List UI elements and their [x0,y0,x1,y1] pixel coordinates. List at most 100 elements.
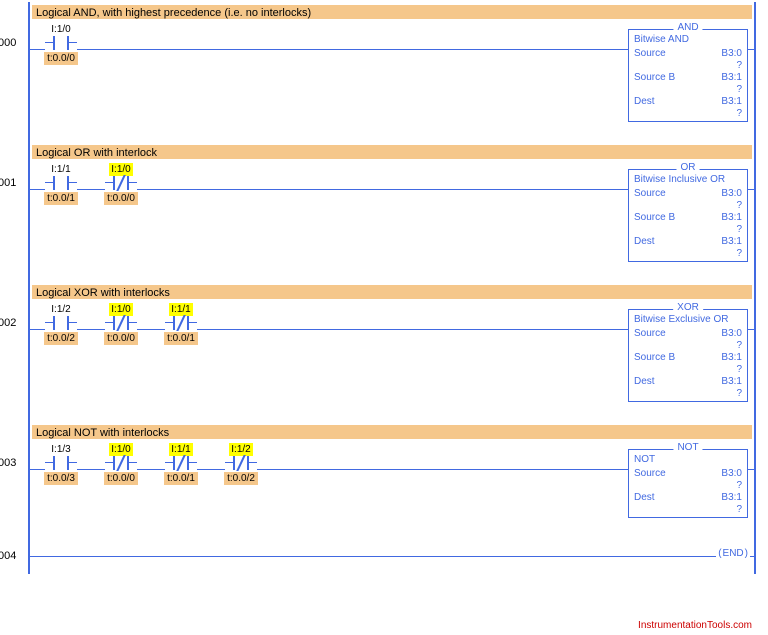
contact-address-bot: t:0.0/0 [104,192,138,205]
contact-xio[interactable]: I:1/0 t:0.0/0 [96,443,146,485]
param-label: Source [634,187,666,200]
rung-002: 002 Logical XOR with interlocks I:1/2 t:… [30,282,754,422]
contact-symbol-nc [165,456,197,470]
rung-comment: Logical XOR with interlocks [32,285,752,299]
param-label: Source [634,467,666,480]
param-value: B3:1 [721,375,742,388]
rung-comment: Logical AND, with highest precedence (i.… [32,5,752,19]
contact-symbol-nc [105,316,137,330]
param-sub: ? [634,224,742,235]
contacts-row: I:1/3 t:0.0/3 I:1/0 t:0.0/0 I:1/1 t:0.0/… [36,443,266,485]
contact-xio[interactable]: I:1/0 t:0.0/0 [96,163,146,205]
contact-symbol-no [45,316,77,330]
contact-address-bot: t:0.0/1 [44,192,78,205]
param-sub: ? [634,504,742,515]
contact-address-bot: t:0.0/0 [104,472,138,485]
param-label: Dest [634,491,655,504]
contact-address-top: I:1/3 [49,443,72,456]
param-value: B3:1 [721,235,742,248]
contact-xic[interactable]: I:1/3 t:0.0/3 [36,443,86,485]
instruction-block-not[interactable]: NOT NOT SourceB3:0 ? DestB3:1 ? [628,449,748,518]
rung-end: 004 END [30,542,754,574]
rung-wire [30,556,754,557]
instruction-block-and[interactable]: AND Bitwise AND SourceB3:0 ? Source BB3:… [628,29,748,122]
param-sub: ? [634,248,742,259]
contact-symbol-nc [105,456,137,470]
contact-address-bot: t:0.0/2 [224,472,258,485]
contact-xio[interactable]: I:1/2 t:0.0/2 [216,443,266,485]
param-value: B3:1 [721,491,742,504]
contact-address-top: I:1/1 [49,163,72,176]
block-mnemonic: OR [677,162,700,173]
param-label: Source B [634,71,675,84]
block-name: Bitwise AND [634,34,742,45]
contact-xic[interactable]: I:1/0 t:0.0/0 [36,23,86,65]
contact-address-bot: t:0.0/3 [44,472,78,485]
contact-address-bot: t:0.0/0 [104,332,138,345]
param-value: B3:0 [721,47,742,60]
contact-xio[interactable]: I:1/0 t:0.0/0 [96,303,146,345]
contact-xic[interactable]: I:1/2 t:0.0/2 [36,303,86,345]
rung-003: 003 Logical NOT with interlocks I:1/3 t:… [30,422,754,542]
param-value: B3:0 [721,467,742,480]
rung-number: 000 [0,37,16,49]
rung-number: 003 [0,457,16,469]
instruction-block-or[interactable]: OR Bitwise Inclusive OR SourceB3:0 ? Sou… [628,169,748,262]
block-name: Bitwise Inclusive OR [634,174,742,185]
block-name: Bitwise Exclusive OR [634,314,742,325]
param-label: Source [634,327,666,340]
param-value: B3:1 [721,71,742,84]
rung-number: 001 [0,177,16,189]
rung-comment: Logical NOT with interlocks [32,425,752,439]
contact-symbol-nc [225,456,257,470]
param-value: B3:0 [721,187,742,200]
instruction-block-xor[interactable]: XOR Bitwise Exclusive OR SourceB3:0 ? So… [628,309,748,402]
rung-comment: Logical OR with interlock [32,145,752,159]
contacts-row: I:1/1 t:0.0/1 I:1/0 t:0.0/0 [36,163,146,205]
param-value: B3:1 [721,351,742,364]
param-sub: ? [634,108,742,119]
param-value: B3:1 [721,95,742,108]
contact-address-bot: t:0.0/1 [164,472,198,485]
contact-symbol-nc [105,176,137,190]
param-value: B3:1 [721,211,742,224]
end-instruction: END [716,548,750,559]
contact-xic[interactable]: I:1/1 t:0.0/1 [36,163,86,205]
param-sub: ? [634,388,742,399]
rung-000: 000 Logical AND, with highest precedence… [30,2,754,142]
contact-symbol-no [45,36,77,50]
ladder-editor: 000 Logical AND, with highest precedence… [28,2,756,574]
rung-number: 002 [0,317,16,329]
contact-symbol-nc [165,316,197,330]
param-sub: ? [634,480,742,491]
contact-symbol-no [45,176,77,190]
param-sub: ? [634,84,742,95]
watermark: InstrumentationTools.com [638,620,752,631]
param-sub: ? [634,340,742,351]
block-mnemonic: AND [673,22,702,33]
contact-address-bot: t:0.0/1 [164,332,198,345]
rung-number: 004 [0,550,16,562]
param-value: B3:0 [721,327,742,340]
rung-001: 001 Logical OR with interlock I:1/1 t:0.… [30,142,754,282]
param-label: Dest [634,95,655,108]
param-label: Source B [634,211,675,224]
param-label: Source [634,47,666,60]
param-sub: ? [634,60,742,71]
param-label: Dest [634,375,655,388]
contact-address-top: I:1/2 [49,303,72,316]
block-mnemonic: XOR [673,302,703,313]
contact-symbol-no [45,456,77,470]
block-mnemonic: NOT [673,442,702,453]
param-label: Source B [634,351,675,364]
param-sub: ? [634,364,742,375]
contact-address-top: I:1/0 [49,23,72,36]
contact-xio[interactable]: I:1/1 t:0.0/1 [156,303,206,345]
contacts-row: I:1/2 t:0.0/2 I:1/0 t:0.0/0 I:1/1 t:0.0/… [36,303,206,345]
block-name: NOT [634,454,742,465]
contacts-row: I:1/0 t:0.0/0 [36,23,86,65]
contact-xio[interactable]: I:1/1 t:0.0/1 [156,443,206,485]
contact-address-bot: t:0.0/2 [44,332,78,345]
param-label: Dest [634,235,655,248]
param-sub: ? [634,200,742,211]
